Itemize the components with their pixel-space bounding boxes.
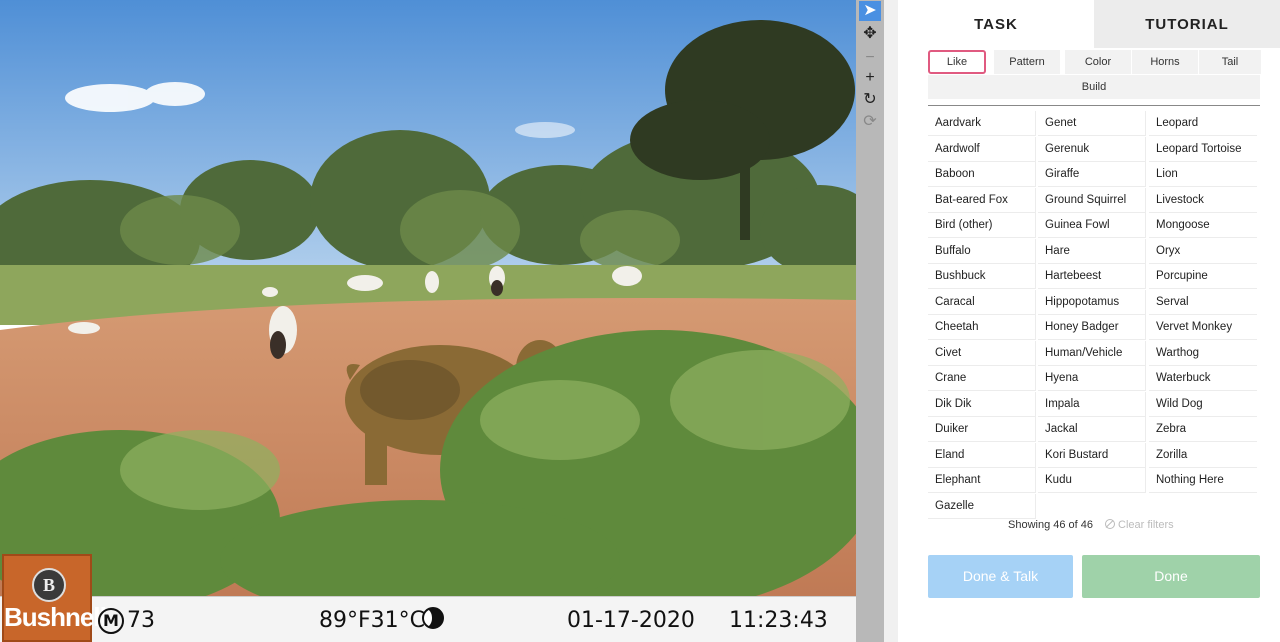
choice-impala[interactable]: Impala	[1038, 391, 1146, 417]
choice-civet[interactable]: Civet	[928, 340, 1036, 366]
choice-warthog[interactable]: Warthog	[1149, 341, 1257, 366]
choice-baboon[interactable]: Baboon	[928, 162, 1036, 187]
choice-eland[interactable]: Eland	[928, 442, 1036, 468]
choice-hartebeest[interactable]: Hartebeest	[1038, 264, 1146, 289]
minus-icon[interactable]: −	[859, 48, 881, 68]
choice-cheetah[interactable]: Cheetah	[928, 315, 1036, 340]
choice-lion[interactable]: Lion	[1149, 162, 1257, 187]
choice-gazelle[interactable]: Gazelle	[928, 493, 1036, 519]
done-button[interactable]: Done	[1082, 555, 1260, 598]
filter-build[interactable]: Build	[928, 75, 1260, 99]
choice-human-vehicle[interactable]: Human/Vehicle	[1038, 340, 1146, 366]
filter-tail[interactable]: Tail	[1199, 50, 1261, 74]
readout-label: M	[98, 608, 124, 634]
choice-elephant[interactable]: Elephant	[928, 468, 1036, 493]
choice-vervet-monkey[interactable]: Vervet Monkey	[1149, 315, 1257, 340]
choice-bushbuck[interactable]: Bushbuck	[928, 264, 1036, 289]
filter-horns[interactable]: Horns	[1132, 50, 1198, 74]
filter-pattern[interactable]: Pattern	[994, 50, 1060, 74]
showing-count: Showing 46 of 46	[1008, 519, 1094, 531]
choice-guinea-fowl[interactable]: Guinea Fowl	[1038, 213, 1146, 238]
choice-giraffe[interactable]: Giraffe	[1038, 162, 1146, 187]
choice-hare[interactable]: Hare	[1038, 238, 1146, 264]
choice-hyena[interactable]: Hyena	[1038, 366, 1146, 391]
choice-wild-dog[interactable]: Wild Dog	[1149, 392, 1257, 417]
choice-waterbuck[interactable]: Waterbuck	[1149, 366, 1257, 391]
clear-filters-label: Clear filters	[1118, 519, 1174, 531]
bushnell-emblem-icon: B	[32, 568, 66, 602]
choice-nothing-here[interactable]: Nothing Here	[1149, 468, 1257, 493]
choice-genet[interactable]: Genet	[1038, 111, 1146, 136]
choice-leopard-tortoise[interactable]: Leopard Tortoise	[1149, 137, 1257, 162]
time-readout: 11:23:43	[729, 608, 828, 633]
choice-gerenuk[interactable]: Gerenuk	[1038, 136, 1146, 162]
choice-zebra[interactable]: Zebra	[1149, 417, 1257, 442]
filter-divider	[928, 105, 1260, 106]
reset-icon[interactable]: ⟳	[859, 112, 881, 132]
choice-oryx[interactable]: Oryx	[1149, 239, 1257, 264]
choice-kori-bustard[interactable]: Kori Bustard	[1038, 442, 1146, 468]
tab-task[interactable]: TASK	[898, 0, 1094, 48]
subject-image[interactable]: B Bushnell M 73 89°F31°C 01-17-2020 11:2…	[0, 0, 856, 642]
choice-bat-eared-fox[interactable]: Bat-eared Fox	[928, 187, 1036, 213]
choice-livestock[interactable]: Livestock	[1149, 188, 1257, 213]
choice-hippopotamus[interactable]: Hippopotamus	[1038, 289, 1146, 315]
ban-icon	[1105, 519, 1115, 529]
temperature-readout: 89°F31°C	[319, 608, 426, 633]
moon-phase-icon	[422, 607, 444, 629]
choice-ground-squirrel[interactable]: Ground Squirrel	[1038, 187, 1146, 213]
choice-zorilla[interactable]: Zorilla	[1149, 443, 1257, 468]
choice-caracal[interactable]: Caracal	[928, 289, 1036, 315]
image-toolbar: ➤ ✥ − + ↻ ⟳	[856, 0, 884, 642]
camera-trap-scene	[0, 0, 856, 596]
choice-buffalo[interactable]: Buffalo	[928, 238, 1036, 264]
clear-filters-link[interactable]: Clear filters	[1105, 519, 1174, 531]
toolbar-gutter	[884, 0, 898, 642]
choice-duiker[interactable]: Duiker	[928, 417, 1036, 442]
choice-mongoose[interactable]: Mongoose	[1149, 213, 1257, 238]
choice-leopard[interactable]: Leopard	[1149, 111, 1257, 136]
choice-porcupine[interactable]: Porcupine	[1149, 264, 1257, 289]
bushnell-brand-text: Bushnell	[4, 602, 107, 632]
choice-kudu[interactable]: Kudu	[1038, 468, 1146, 493]
move-arrows-icon[interactable]: ✥	[859, 24, 881, 44]
filter-like[interactable]: Like	[928, 50, 986, 74]
bushnell-logo: B Bushnell	[2, 554, 107, 642]
choice-dik-dik[interactable]: Dik Dik	[928, 391, 1036, 417]
readout-value: 73	[127, 608, 155, 633]
choice-serval[interactable]: Serval	[1149, 290, 1257, 315]
pointer-arrow-icon[interactable]: ➤	[859, 1, 881, 21]
task-panel: TASK TUTORIAL Showing 46 of 46 Clear fil…	[898, 0, 1280, 642]
tab-tutorial[interactable]: TUTORIAL	[1094, 0, 1280, 48]
done-and-talk-button[interactable]: Done & Talk	[928, 555, 1073, 598]
choice-crane[interactable]: Crane	[928, 366, 1036, 391]
choice-honey-badger[interactable]: Honey Badger	[1038, 315, 1146, 340]
filter-color[interactable]: Color	[1065, 50, 1131, 74]
choice-aardvark[interactable]: Aardvark	[928, 111, 1036, 136]
date-readout: 01-17-2020	[567, 608, 695, 633]
plus-icon[interactable]: +	[859, 68, 881, 88]
choice-aardwolf[interactable]: Aardwolf	[928, 136, 1036, 162]
choice-jackal[interactable]: Jackal	[1038, 417, 1146, 442]
choice-bird-other[interactable]: Bird (other)	[928, 213, 1036, 238]
rotate-icon[interactable]: ↻	[859, 90, 881, 110]
